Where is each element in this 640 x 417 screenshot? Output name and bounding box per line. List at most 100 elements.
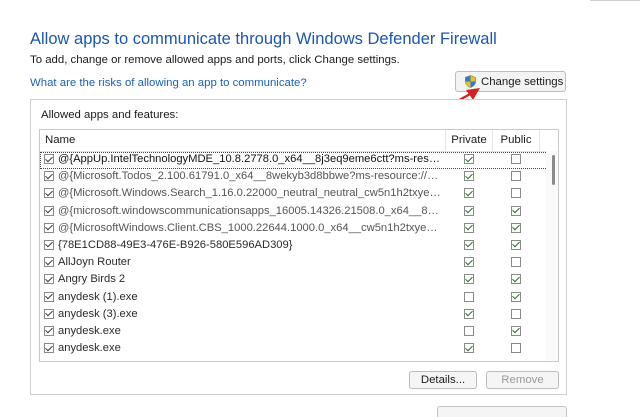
enable-checkbox[interactable] bbox=[44, 325, 54, 336]
private-cell bbox=[446, 274, 492, 285]
private-checkbox[interactable] bbox=[464, 154, 474, 164]
table-row[interactable]: anydesk (1).exe bbox=[40, 290, 558, 307]
row-name-cell: anydesk (3).exe bbox=[44, 308, 442, 320]
private-cell bbox=[446, 171, 492, 182]
remove-button[interactable]: Remove bbox=[486, 371, 559, 389]
allowed-apps-list: Name Private Public @{AppUp.IntelTechnol… bbox=[39, 129, 559, 362]
private-cell bbox=[446, 205, 492, 216]
list-rows: @{AppUp.IntelTechnologyMDE_10.8.2778.0_x… bbox=[40, 152, 558, 358]
app-name: @{AppUp.IntelTechnologyMDE_10.8.2778.0_x… bbox=[58, 153, 442, 165]
private-checkbox[interactable] bbox=[464, 222, 474, 233]
private-cell bbox=[446, 308, 492, 319]
private-checkbox[interactable] bbox=[464, 274, 474, 285]
table-row[interactable]: Angry Birds 2 bbox=[40, 272, 558, 289]
row-name-cell: Angry Birds 2 bbox=[44, 273, 442, 285]
row-name-cell: {78E1CD88-49E3-476E-B926-580E596AD309} bbox=[44, 239, 442, 251]
column-header-name[interactable]: Name bbox=[45, 134, 75, 146]
page-title: Allow apps to communicate through Window… bbox=[30, 30, 497, 48]
private-cell bbox=[446, 154, 492, 164]
allowed-apps-group: Allowed apps and features: Name Private … bbox=[30, 99, 567, 395]
public-checkbox[interactable] bbox=[511, 291, 521, 302]
public-cell bbox=[493, 205, 539, 216]
public-checkbox[interactable] bbox=[511, 239, 521, 250]
table-row[interactable]: @{AppUp.IntelTechnologyMDE_10.8.2778.0_x… bbox=[40, 152, 558, 170]
public-checkbox[interactable] bbox=[511, 325, 521, 336]
private-cell bbox=[446, 343, 492, 354]
private-checkbox[interactable] bbox=[464, 257, 474, 268]
public-checkbox[interactable] bbox=[511, 205, 521, 216]
public-checkbox[interactable] bbox=[511, 343, 521, 354]
app-name: @{MicrosoftWindows.Client.CBS_1000.22644… bbox=[58, 221, 442, 234]
private-cell bbox=[446, 257, 492, 268]
row-name-cell: anydesk.exe bbox=[44, 342, 442, 354]
public-cell bbox=[493, 154, 539, 164]
column-header-public[interactable]: Public bbox=[493, 134, 539, 146]
private-checkbox[interactable] bbox=[464, 171, 474, 182]
change-settings-label: Change settings bbox=[481, 75, 564, 88]
app-name: @{Microsoft.Todos_2.100.61791.0_x64__8we… bbox=[58, 170, 442, 183]
private-checkbox[interactable] bbox=[464, 325, 474, 336]
allow-another-app-button[interactable] bbox=[437, 406, 567, 417]
table-row[interactable]: @{MicrosoftWindows.Client.CBS_1000.22644… bbox=[40, 221, 558, 238]
public-cell bbox=[493, 239, 539, 250]
app-name: @{microsoft.windowscommunicationsapps_16… bbox=[58, 204, 442, 217]
enable-checkbox[interactable] bbox=[44, 291, 54, 302]
public-cell bbox=[493, 291, 539, 302]
details-button[interactable]: Details... bbox=[409, 371, 477, 389]
public-checkbox[interactable] bbox=[511, 154, 521, 164]
row-name-cell: @{AppUp.IntelTechnologyMDE_10.8.2778.0_x… bbox=[44, 153, 442, 165]
public-cell bbox=[493, 171, 539, 182]
app-name: anydesk.exe bbox=[58, 342, 121, 355]
enable-checkbox[interactable] bbox=[44, 154, 54, 164]
vertical-scrollbar[interactable] bbox=[546, 151, 558, 361]
row-name-cell: @{MicrosoftWindows.Client.CBS_1000.22644… bbox=[44, 222, 442, 234]
public-checkbox[interactable] bbox=[511, 188, 521, 199]
scrollbar-thumb[interactable] bbox=[552, 155, 555, 185]
private-checkbox[interactable] bbox=[464, 308, 474, 319]
public-cell bbox=[493, 274, 539, 285]
app-name: anydesk (1).exe bbox=[58, 290, 138, 303]
enable-checkbox[interactable] bbox=[44, 308, 54, 319]
public-cell bbox=[493, 343, 539, 354]
table-row[interactable]: @{Microsoft.Windows.Search_1.16.0.22000_… bbox=[40, 186, 558, 203]
private-cell bbox=[446, 239, 492, 250]
public-cell bbox=[493, 188, 539, 199]
risks-link[interactable]: What are the risks of allowing an app to… bbox=[30, 77, 307, 89]
app-name: AllJoyn Router bbox=[58, 256, 131, 269]
row-name-cell: anydesk.exe bbox=[44, 325, 442, 337]
public-checkbox[interactable] bbox=[511, 308, 521, 319]
table-row[interactable]: @{microsoft.windowscommunicationsapps_16… bbox=[40, 204, 558, 221]
enable-checkbox[interactable] bbox=[44, 222, 54, 233]
enable-checkbox[interactable] bbox=[44, 239, 54, 250]
column-divider[interactable] bbox=[539, 130, 540, 151]
enable-checkbox[interactable] bbox=[44, 274, 54, 285]
enable-checkbox[interactable] bbox=[44, 205, 54, 216]
public-checkbox[interactable] bbox=[511, 171, 521, 182]
table-row[interactable]: anydesk.exe bbox=[40, 341, 558, 358]
private-checkbox[interactable] bbox=[464, 343, 474, 354]
table-row[interactable]: @{Microsoft.Todos_2.100.61791.0_x64__8we… bbox=[40, 169, 558, 186]
public-cell bbox=[493, 308, 539, 319]
private-checkbox[interactable] bbox=[464, 291, 474, 302]
private-cell bbox=[446, 222, 492, 233]
table-row[interactable]: AllJoyn Router bbox=[40, 255, 558, 272]
table-row[interactable]: anydesk (3).exe bbox=[40, 307, 558, 324]
list-header: Name Private Public bbox=[40, 130, 558, 152]
enable-checkbox[interactable] bbox=[44, 343, 54, 354]
column-header-private[interactable]: Private bbox=[446, 134, 492, 146]
public-checkbox[interactable] bbox=[511, 274, 521, 285]
public-checkbox[interactable] bbox=[511, 257, 521, 268]
row-name-cell: @{Microsoft.Windows.Search_1.16.0.22000_… bbox=[44, 187, 442, 199]
private-checkbox[interactable] bbox=[464, 205, 474, 216]
app-name: anydesk.exe bbox=[58, 324, 121, 337]
app-name: Angry Birds 2 bbox=[58, 273, 126, 286]
row-name-cell: anydesk (1).exe bbox=[44, 291, 442, 303]
private-checkbox[interactable] bbox=[464, 188, 474, 199]
enable-checkbox[interactable] bbox=[44, 257, 54, 268]
private-checkbox[interactable] bbox=[464, 239, 474, 250]
enable-checkbox[interactable] bbox=[44, 171, 54, 182]
public-checkbox[interactable] bbox=[511, 222, 521, 233]
table-row[interactable]: anydesk.exe bbox=[40, 324, 558, 341]
enable-checkbox[interactable] bbox=[44, 188, 54, 199]
table-row[interactable]: {78E1CD88-49E3-476E-B926-580E596AD309} bbox=[40, 238, 558, 255]
